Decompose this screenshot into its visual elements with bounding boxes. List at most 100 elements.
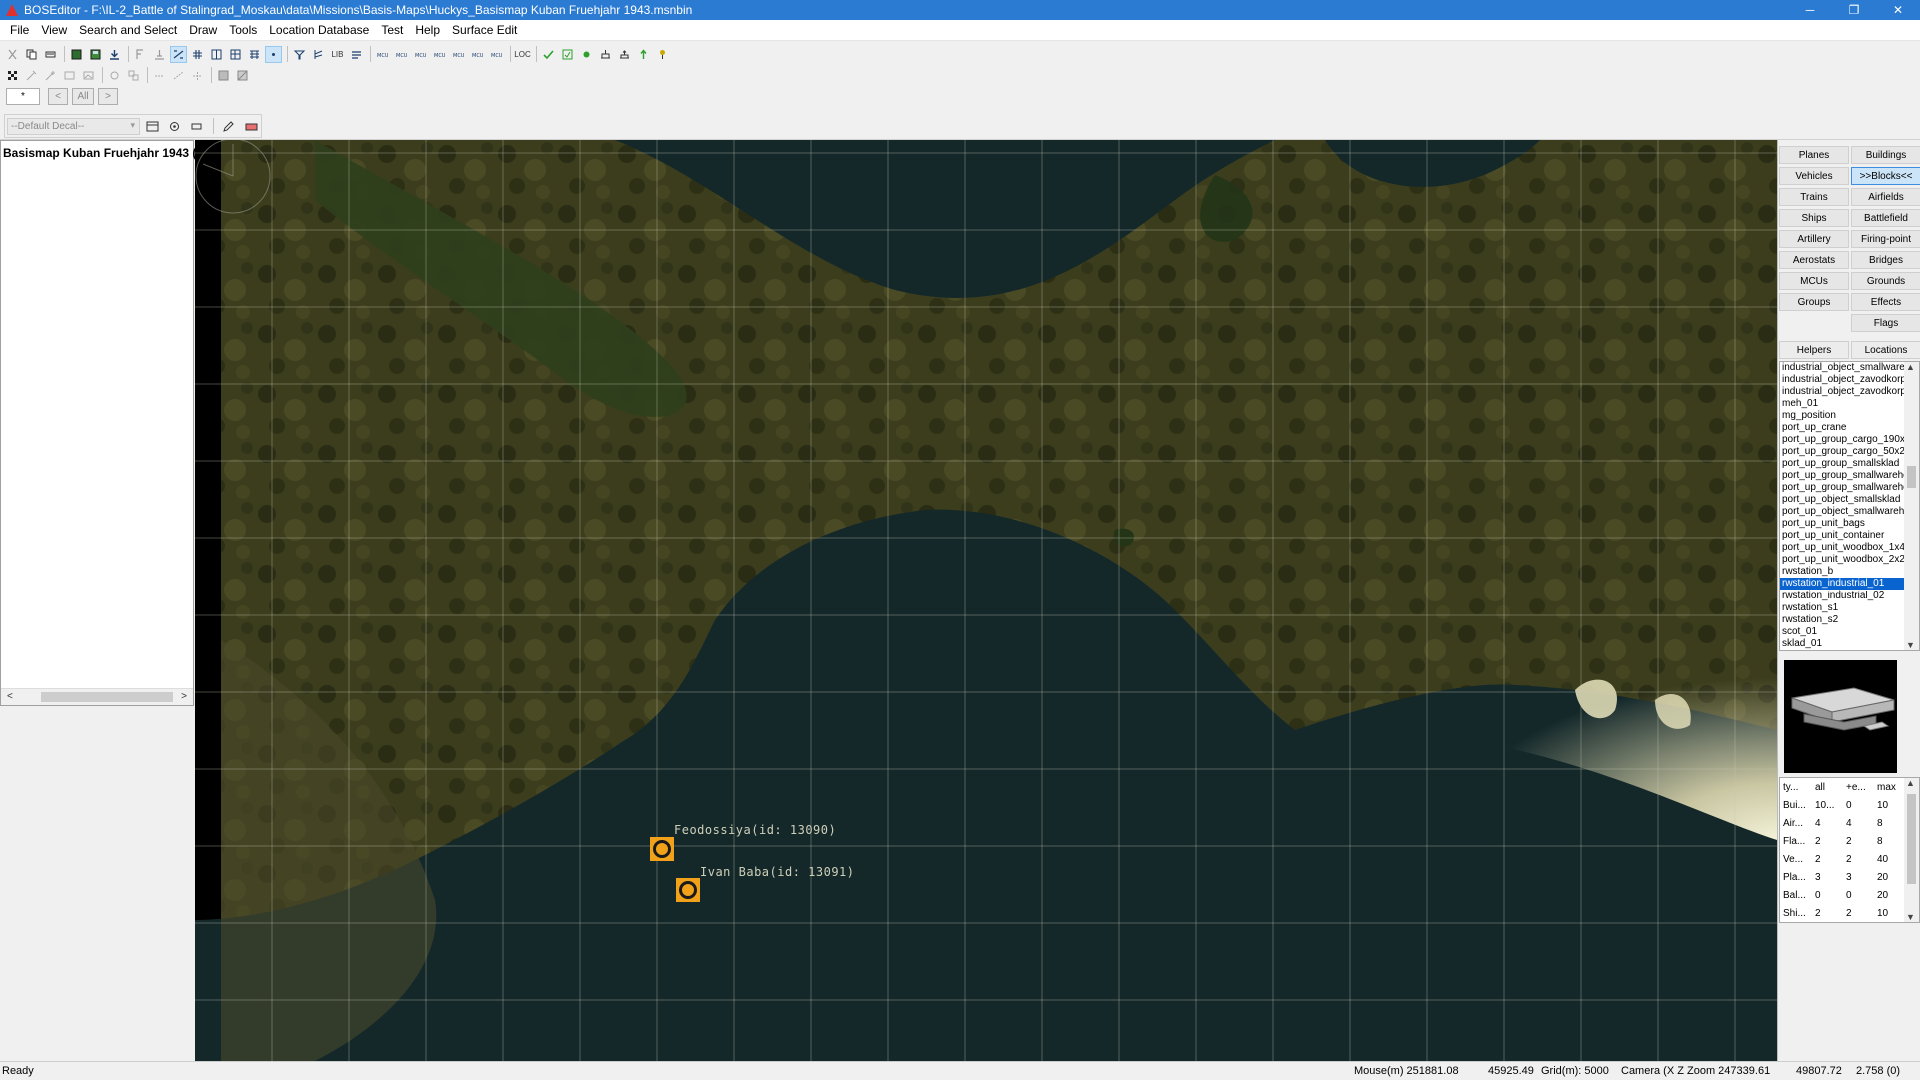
mcu-icon-1[interactable]: MCU <box>374 46 391 63</box>
scroll-down-icon[interactable]: ▼ <box>1906 912 1915 922</box>
list-item[interactable]: sklad_01 <box>1780 638 1904 650</box>
grid-icon[interactable] <box>189 46 206 63</box>
image-icon[interactable] <box>61 67 78 84</box>
list-item[interactable]: scot_01 <box>1780 626 1904 638</box>
category-vehicles[interactable]: Vehicles <box>1779 167 1849 185</box>
flag-icon[interactable] <box>132 46 149 63</box>
target-icon[interactable] <box>166 118 182 135</box>
mcu-icon-7[interactable]: MCU <box>488 46 505 63</box>
scroll-down-icon[interactable]: ▼ <box>1906 640 1915 650</box>
tree-horizontal-scrollbar[interactable]: < > <box>1 688 193 705</box>
location-marker-ivan-baba[interactable] <box>676 878 700 902</box>
link-icon[interactable] <box>170 45 187 63</box>
list-item[interactable]: rwstation_s1 <box>1780 602 1904 614</box>
mcu-icon-6[interactable]: MCU <box>469 46 486 63</box>
map-grid-icon[interactable] <box>227 46 244 63</box>
layers-icon[interactable] <box>348 46 365 63</box>
list-item[interactable]: port_up_unit_bags <box>1780 518 1904 530</box>
copy-icon[interactable] <box>23 46 40 63</box>
scroll-up-icon[interactable]: ▲ <box>1906 778 1915 788</box>
list-item[interactable]: port_up_unit_woodbox_1x4 <box>1780 542 1904 554</box>
menu-tools[interactable]: Tools <box>223 20 263 41</box>
menu-file[interactable]: File <box>4 20 35 41</box>
list-item-selected[interactable]: rwstation_industrial_01 <box>1780 577 1905 591</box>
terrain-up-icon[interactable] <box>616 46 633 63</box>
list-item[interactable]: port_up_group_smallwarehouse <box>1780 470 1904 482</box>
category-effects[interactable]: Effects <box>1851 293 1920 311</box>
eraser-icon[interactable] <box>243 118 259 135</box>
list-item[interactable]: industrial_object_zavodkorpus2 <box>1780 386 1904 398</box>
category-battlefield[interactable]: Battlefield <box>1851 209 1920 227</box>
list-item[interactable]: port_up_group_smallsklad <box>1780 458 1904 470</box>
menu-test[interactable]: Test <box>375 20 409 41</box>
column-header[interactable]: +e... <box>1843 778 1874 796</box>
branch-icon[interactable] <box>310 46 327 63</box>
check-box-icon[interactable] <box>559 46 576 63</box>
ungroup-icon[interactable] <box>234 67 251 84</box>
rectangle-icon[interactable] <box>188 118 204 135</box>
minimize-button[interactable]: ─ <box>1788 0 1832 20</box>
next-button[interactable]: > <box>98 88 118 105</box>
image-alt-icon[interactable] <box>80 67 97 84</box>
close-button[interactable]: ✕ <box>1876 0 1920 20</box>
star-button[interactable]: * <box>6 88 40 105</box>
scrollbar-thumb[interactable] <box>1907 794 1916 884</box>
list-item[interactable]: port_up_object_smallwarehouse <box>1780 506 1904 518</box>
cut-icon[interactable] <box>4 46 21 63</box>
split-icon[interactable] <box>208 46 225 63</box>
list-item[interactable]: mg_position <box>1780 410 1904 422</box>
list-item[interactable]: port_up_group_cargo_50x25 <box>1780 446 1904 458</box>
list-item[interactable]: rwstation_industrial_02 <box>1780 590 1904 602</box>
list-item[interactable]: meh_01 <box>1780 398 1904 410</box>
column-header[interactable]: max <box>1874 778 1904 796</box>
all-button[interactable]: All <box>72 88 94 105</box>
list-item[interactable]: port_up_group_cargo_190x1 <box>1780 434 1904 446</box>
library-button[interactable]: LIB <box>329 46 346 63</box>
count-table-scrollbar[interactable]: ▲ ▼ <box>1904 778 1919 922</box>
menu-help[interactable]: Help <box>409 20 446 41</box>
list-item[interactable]: industrial_object_zavodkorpus <box>1780 374 1904 386</box>
category-planes[interactable]: Planes <box>1779 146 1849 164</box>
terrain-icon[interactable] <box>597 46 614 63</box>
category-bridges[interactable]: Bridges <box>1851 251 1920 269</box>
list-item[interactable]: rwstation_b <box>1780 566 1904 578</box>
menu-view[interactable]: View <box>35 20 73 41</box>
check-icon[interactable] <box>540 46 557 63</box>
open-map-icon[interactable] <box>68 46 85 63</box>
save-map-icon[interactable] <box>87 46 104 63</box>
category-mcus[interactable]: MCUs <box>1779 272 1849 290</box>
ground-icon[interactable] <box>151 46 168 63</box>
download-icon[interactable] <box>106 46 123 63</box>
category-buildings[interactable]: Buildings <box>1851 146 1920 164</box>
decal-window-icon[interactable] <box>144 118 160 135</box>
category-grounds[interactable]: Grounds <box>1851 272 1920 290</box>
menu-search-and-select[interactable]: Search and Select <box>73 20 183 41</box>
wand-icon[interactable] <box>23 67 40 84</box>
green-dot-icon[interactable] <box>578 46 595 63</box>
list-item[interactable]: port_up_crane <box>1780 422 1904 434</box>
category-trains[interactable]: Trains <box>1779 188 1849 206</box>
location-button[interactable]: LOC <box>514 46 531 63</box>
location-marker-feodossiya[interactable] <box>650 837 674 861</box>
wand-alt-icon[interactable] <box>42 67 59 84</box>
column-header[interactable]: all <box>1812 778 1843 796</box>
menu-draw[interactable]: Draw <box>183 20 223 41</box>
filter-icon[interactable] <box>291 46 308 63</box>
list-item[interactable]: port_up_object_smallsklad <box>1780 494 1904 506</box>
decal-select[interactable]: --Default Decal-- <box>7 117 140 135</box>
rotate-icon[interactable] <box>106 67 123 84</box>
tree-root-node[interactable]: Basismap Kuban Fruehjahr 1943 (1) <box>1 141 207 165</box>
path-icon-2[interactable] <box>170 67 187 84</box>
paste-icon[interactable] <box>42 46 59 63</box>
object-list-scrollbar[interactable]: ▲ ▼ <box>1904 362 1919 650</box>
map-viewport[interactable]: Feodossiya(id: 13090) Ivan Baba(id: 1309… <box>195 140 1777 1061</box>
tab-locations[interactable]: Locations <box>1851 341 1920 359</box>
list-item[interactable]: industrial_object_smallwarehouse <box>1780 362 1904 374</box>
table-icon[interactable] <box>246 46 263 63</box>
mcu-icon-4[interactable]: MCU <box>431 46 448 63</box>
path-icon-1[interactable] <box>151 67 168 84</box>
category-blocks[interactable]: >>Blocks<< <box>1851 167 1920 185</box>
column-header[interactable]: ty... <box>1780 778 1812 796</box>
category-artillery[interactable]: Artillery <box>1779 230 1849 248</box>
path-icon-3[interactable] <box>189 67 206 84</box>
